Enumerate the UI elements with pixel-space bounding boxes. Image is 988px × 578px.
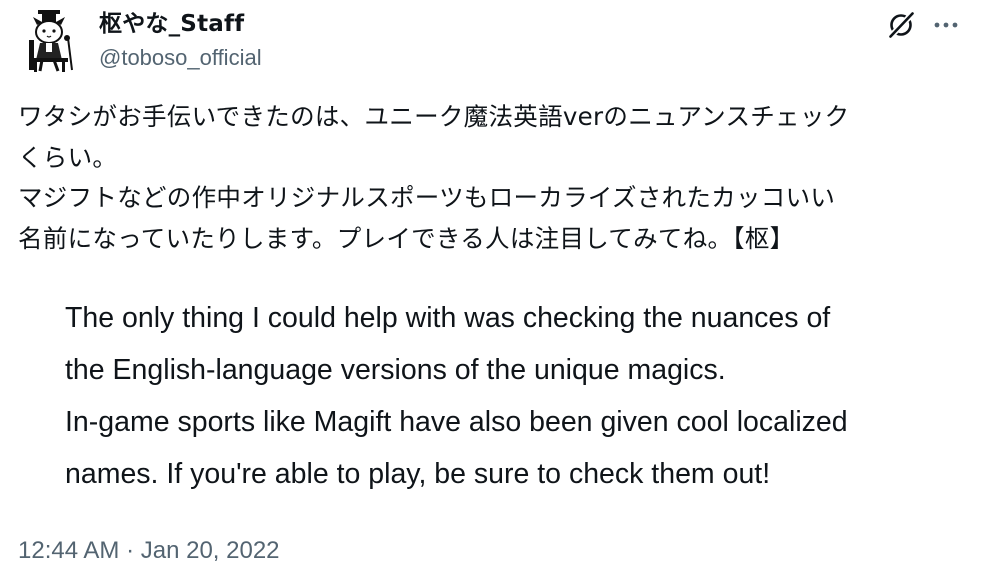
tweet-timestamp[interactable]: 12:44 AM · Jan 20, 2022	[18, 535, 280, 567]
author-name[interactable]: 枢やな_Staff	[99, 9, 244, 39]
tweet-text-line: マジフトなどの作中オリジナルスポーツもローカライズされたカッコいい	[18, 183, 836, 212]
tweet-text-line: The only thing I could help with was che…	[65, 302, 831, 334]
avatar[interactable]	[18, 8, 82, 74]
grok-icon[interactable]	[886, 10, 916, 40]
tweet-text-line: 名前になっていたりします。プレイできる人は注目してみてね。【枢】	[18, 223, 795, 253]
more-icon[interactable]	[931, 14, 961, 36]
tweet-text-line: the English-language versions of the uni…	[65, 354, 726, 386]
tweet-text-line: In-game sports like Magift have also bee…	[65, 406, 848, 438]
tweet: 枢やな_Staff @toboso_official ワタシがお手伝いできたのは…	[0, 0, 988, 578]
tweet-text-line: ワタシがお手伝いできたのは、ユニーク魔法英語verのニュアンスチェック	[18, 102, 850, 131]
tweet-text-japanese: ワタシがお手伝いできたのは、ユニーク魔法英語verのニュアンスチェック くらい。…	[18, 97, 978, 259]
tweet-text-line: names. If you're able to play, be sure t…	[65, 458, 771, 490]
tweet-text-line: くらい。	[18, 142, 118, 172]
tweet-text-english: The only thing I could help with was che…	[65, 292, 975, 500]
author-handle[interactable]: @toboso_official	[99, 43, 262, 73]
